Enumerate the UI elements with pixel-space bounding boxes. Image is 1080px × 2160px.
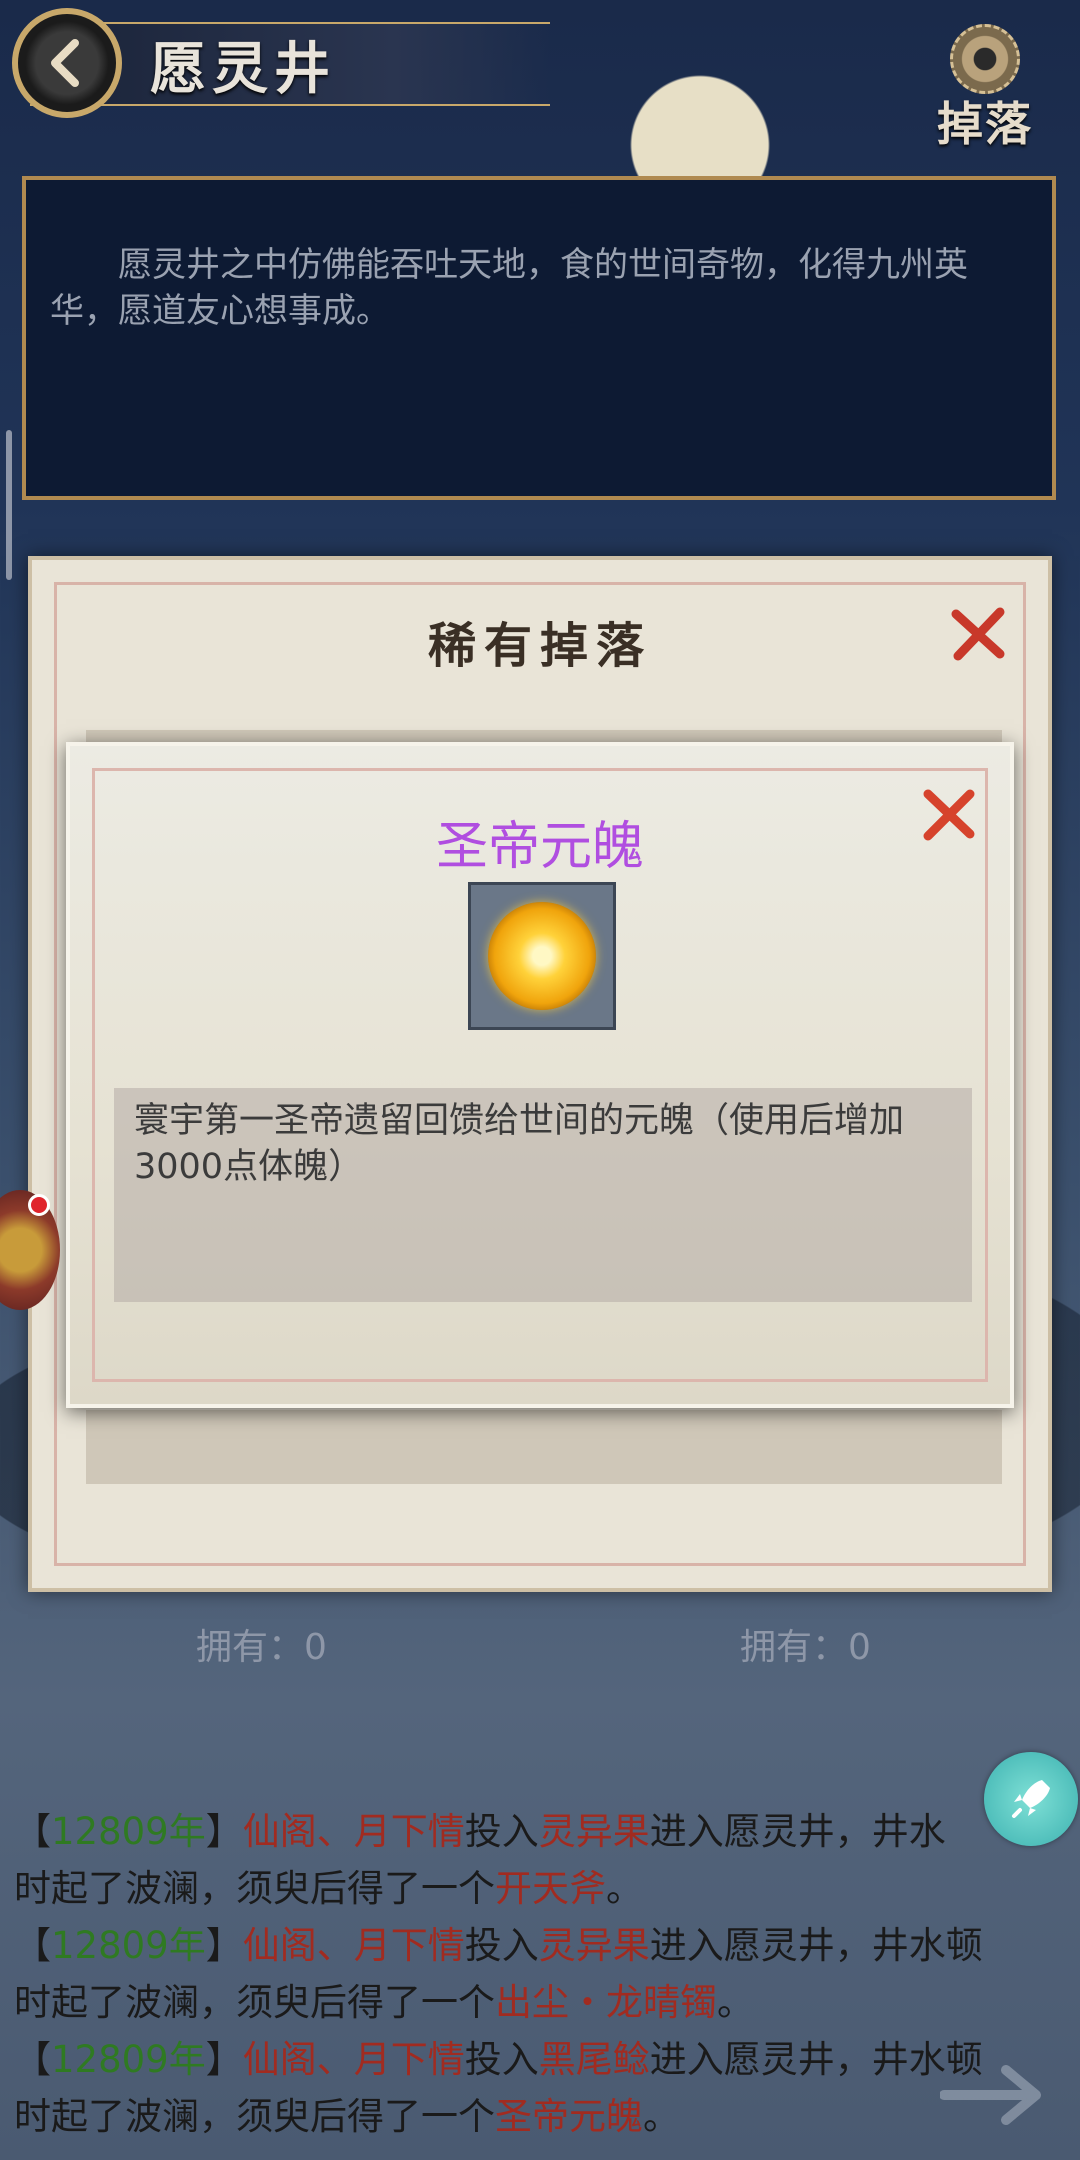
log-text: 进入愿灵井，井水顿 xyxy=(649,2038,983,2081)
item-name: 圣帝元魄 xyxy=(435,817,644,877)
log-year: 12809年 xyxy=(51,1810,206,1853)
owned-count-right: 拥有：0 xyxy=(740,1627,871,1668)
log-players: 仙阁、月下情 xyxy=(242,1810,465,1853)
log-text: 时起了波澜，须臾后得了一个 xyxy=(14,2095,495,2138)
log-text: 。 xyxy=(643,2095,680,2138)
log-line: 【12809年】仙阁、月下情投入灵异果进入愿灵井，井水顿 xyxy=(14,1917,1060,1974)
page-title: 愿灵井 xyxy=(150,36,336,102)
log-year: 12809年 xyxy=(51,2038,206,2081)
log-text: 】 xyxy=(205,1924,243,1967)
log-entry: 【12809年】仙阁、月下情投入黑尾鲶进入愿灵井，井水顿 时起了波澜，须臾后得了… xyxy=(14,2031,1060,2145)
log-year: 12809年 xyxy=(51,1924,206,1967)
log-input-item: 灵异果 xyxy=(538,1810,650,1853)
description-text: 愿灵井之中仿佛能吞吐天地，食的世间奇物，化得九州英华，愿道友心想事成。 xyxy=(50,245,968,331)
log-line: 【12809年】仙阁、月下情投入黑尾鲶进入愿灵井，井水顿 xyxy=(14,2031,1060,2088)
log-input-item: 黑尾鲶 xyxy=(538,2038,650,2081)
log-text: 时起了波澜，须臾后得了一个 xyxy=(14,1981,495,2024)
drop-button[interactable]: 掉落 xyxy=(930,24,1040,154)
log-text: 进入愿灵井，井水 xyxy=(649,1810,946,1853)
log-line: 时起了波澜，须臾后得了一个圣帝元魄。 xyxy=(14,2088,1060,2145)
description-panel: 愿灵井之中仿佛能吞吐天地，食的世间奇物，化得九州英华，愿道友心想事成。 xyxy=(22,176,1056,500)
log-players: 仙阁、月下情 xyxy=(242,2038,465,2081)
item-icon-frame xyxy=(468,882,616,1030)
log-line: 【12809年】仙阁、月下情投入灵异果进入愿灵井，井水 xyxy=(14,1803,1060,1860)
item-description: 寰宇第一圣帝遗留回馈给世间的元魄（使用后增加3000点体魄） xyxy=(134,1101,905,1187)
gold-orb-icon xyxy=(488,902,596,1010)
notification-dot xyxy=(28,1194,50,1216)
header: 愿灵井 掉落 xyxy=(0,0,1080,151)
log-input-item: 灵异果 xyxy=(538,1924,650,1967)
log-text: 】 xyxy=(205,1810,243,1853)
owned-count-left: 拥有：0 xyxy=(196,1627,327,1668)
item-detail-dialog: 圣帝元魄 寰宇第一圣帝遗留回馈给世间的元魄（使用后增加3000点体魄） xyxy=(66,742,1014,1408)
log-line: 时起了波澜，须臾后得了一个开天斧。 xyxy=(14,1860,1060,1917)
back-arrow-icon xyxy=(51,39,79,87)
log-text: 【 xyxy=(14,1924,51,1967)
close-x-icon[interactable] xyxy=(918,784,980,846)
rare-drop-title: 稀有掉落 xyxy=(427,618,652,674)
log-entry: 【12809年】仙阁、月下情投入灵异果进入愿灵井，井水 时起了波澜，须臾后得了一… xyxy=(14,1803,1060,1917)
log-text: 时起了波澜，须臾后得了一个 xyxy=(14,1867,495,1910)
log-text: 。 xyxy=(606,1867,643,1910)
log-text: 】 xyxy=(205,2038,243,2081)
log-text: 【 xyxy=(14,1810,51,1853)
log-text: 投入 xyxy=(464,1810,539,1853)
log-text: 投入 xyxy=(464,2038,539,2081)
log-text: 进入愿灵井，井水顿 xyxy=(649,1924,983,1967)
log-text: 【 xyxy=(14,2038,51,2081)
drop-button-label: 掉落 xyxy=(937,97,1033,151)
back-button[interactable] xyxy=(12,8,122,118)
scrollbar[interactable] xyxy=(6,430,12,580)
log-output-item: 开天斧 xyxy=(495,1867,606,1910)
wish-log: 【12809年】仙阁、月下情投入灵异果进入愿灵井，井水 时起了波澜，须臾后得了一… xyxy=(14,1803,1060,2145)
log-output-item: 圣帝元魄 xyxy=(495,2095,643,2138)
log-players: 仙阁、月下情 xyxy=(242,1924,465,1967)
log-line: 时起了波澜，须臾后得了一个出尘・龙晴镯。 xyxy=(14,1974,1060,2031)
log-entry: 【12809年】仙阁、月下情投入灵异果进入愿灵井，井水顿 时起了波澜，须臾后得了… xyxy=(14,1917,1060,2031)
rare-drop-list-bottom xyxy=(86,1410,1002,1484)
arrow-right-icon[interactable] xyxy=(940,2060,1050,2130)
log-text: 。 xyxy=(717,1981,754,2024)
log-text: 投入 xyxy=(464,1924,539,1967)
gear-icon xyxy=(950,24,1020,94)
log-output-item: 出尘・龙晴镯 xyxy=(495,1981,717,2024)
item-description-box: 寰宇第一圣帝遗留回馈给世间的元魄（使用后增加3000点体魄） xyxy=(114,1088,972,1302)
rare-drop-close-icon[interactable] xyxy=(946,602,1010,666)
